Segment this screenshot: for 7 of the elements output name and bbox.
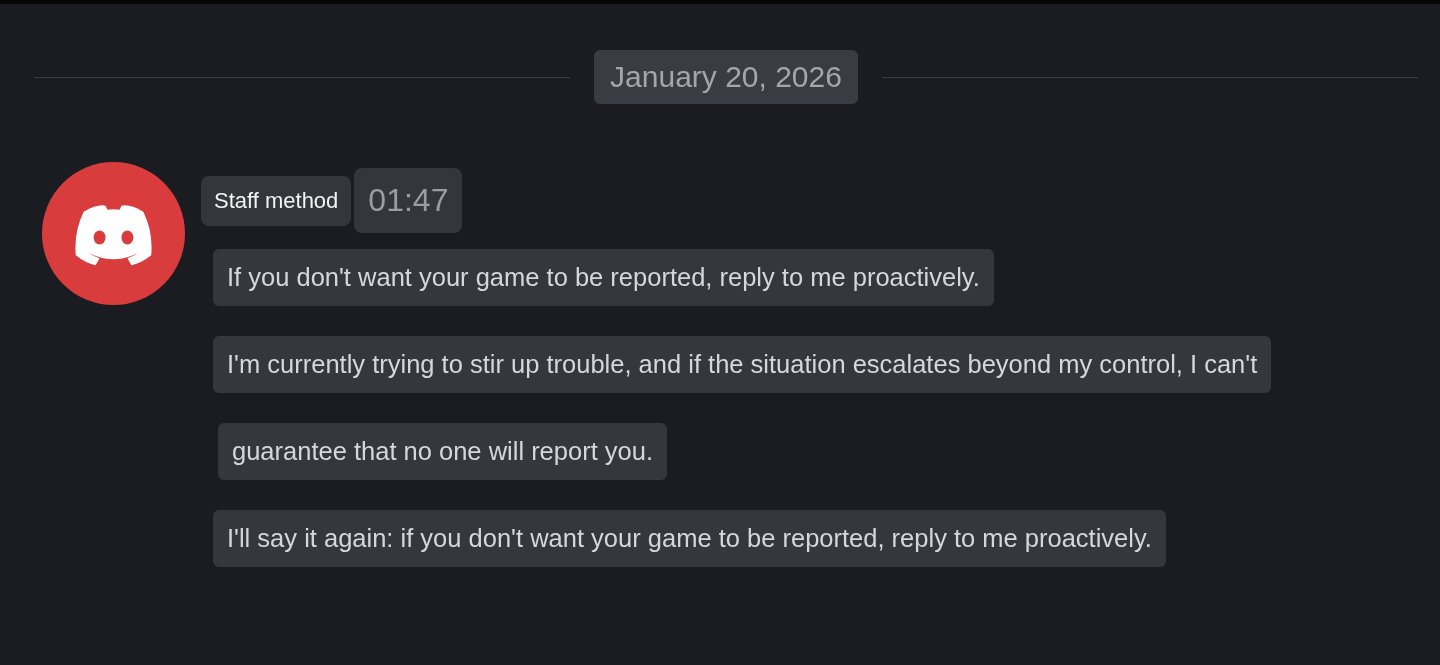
message-bubble: If you don't want your game to be reported, reply to me proactively. xyxy=(213,249,994,306)
message-bubble: guarantee that no one will report you. xyxy=(218,423,668,480)
message-bubble: I'm currently trying to stir up trouble, and if the situation escalates beyond my control, I can't xyxy=(213,336,1272,393)
message-bubble: I'll say it again: if you don't want your game to be reported, reply to me proactively. xyxy=(213,510,1166,567)
avatar[interactable] xyxy=(42,162,185,305)
author-name[interactable]: Staff method xyxy=(201,175,352,226)
timestamp: 01:47 xyxy=(354,168,463,233)
